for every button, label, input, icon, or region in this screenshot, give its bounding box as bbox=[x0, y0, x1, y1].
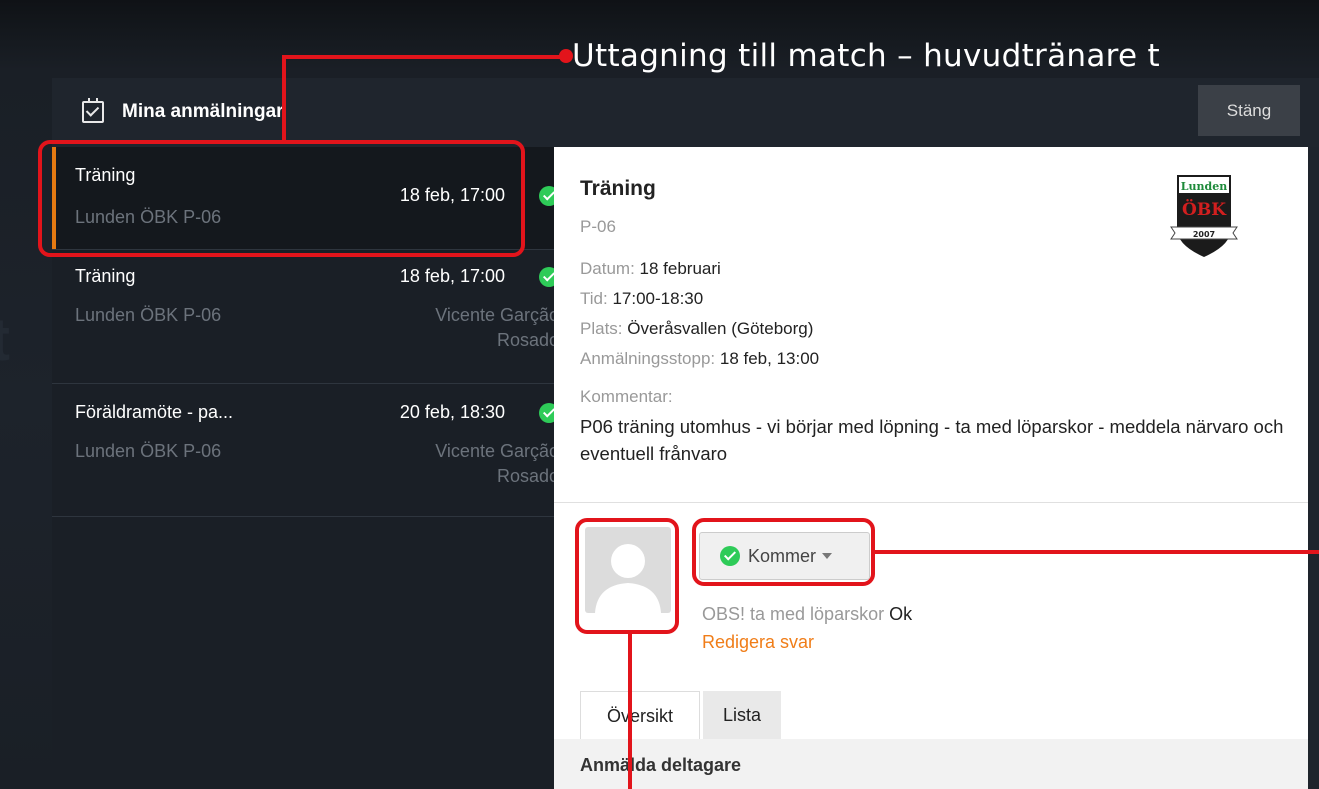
edit-answer-link[interactable]: Redigera svar bbox=[702, 632, 814, 653]
tab-list[interactable]: Lista bbox=[703, 691, 781, 739]
highlight-status-button bbox=[692, 518, 875, 586]
event-team: P-06 bbox=[580, 217, 616, 236]
calendar-check-icon bbox=[82, 98, 104, 123]
event-registration-stop: Anmälningsstopp: 18 feb, 13:00 bbox=[580, 349, 820, 368]
item-team: Lunden ÖBK P-06 bbox=[75, 305, 222, 325]
item-date: 18 feb, 17:00 bbox=[399, 266, 505, 286]
highlight-list-item bbox=[38, 140, 525, 257]
modal-title: Mina anmälningar bbox=[122, 101, 284, 122]
item-team: Lunden ÖBK P-06 bbox=[75, 441, 222, 461]
event-comment: P06 träning utomhus - vi börjar med löpn… bbox=[580, 416, 1284, 464]
item-title: Föräldramöte - pa... bbox=[75, 402, 234, 422]
item-person: Vicente Garção Rosado bbox=[435, 441, 559, 486]
divider bbox=[554, 502, 1308, 503]
item-person: Vicente Garção Rosado bbox=[435, 305, 559, 350]
club-logo: Lunden ÖBK 2007 bbox=[1170, 175, 1238, 257]
svg-text:ÖBK: ÖBK bbox=[1182, 199, 1227, 220]
item-title: Träning bbox=[75, 266, 136, 286]
svg-text:Lunden: Lunden bbox=[1181, 180, 1227, 193]
annotation-caption: Uttagning till match – huvudtränare t bbox=[572, 38, 1160, 74]
comment-label: Kommentar: bbox=[580, 387, 673, 406]
event-date: Datum: 18 februari bbox=[580, 259, 721, 278]
backdrop-ghost-text: t bbox=[0, 305, 10, 374]
participants-header: Anmälda deltagare bbox=[554, 739, 1308, 789]
event-place: Plats: Överåsvallen (Göteborg) bbox=[580, 319, 814, 338]
event-time: Tid: 17:00-18:30 bbox=[580, 289, 704, 308]
event-title: Träning bbox=[580, 177, 656, 200]
list-item[interactable]: Träning Lunden ÖBK P-06 18 feb, 17:00 Vi… bbox=[52, 249, 581, 384]
annotation-line bbox=[282, 57, 286, 141]
tab-overview[interactable]: Översikt bbox=[580, 691, 700, 740]
annotation-line bbox=[875, 550, 1319, 554]
svg-text:2007: 2007 bbox=[1193, 230, 1215, 239]
highlight-avatar bbox=[575, 518, 679, 634]
item-date: 20 feb, 18:30 bbox=[399, 402, 505, 422]
close-button[interactable]: Stäng bbox=[1198, 85, 1300, 136]
event-detail: Träning P-06 Lunden ÖBK 2007 Datum: 18 f… bbox=[554, 147, 1308, 789]
annotation-line bbox=[282, 55, 562, 59]
annotation-line bbox=[628, 634, 632, 789]
modal-header: Mina anmälningar Stäng bbox=[52, 78, 1319, 147]
list-item[interactable]: Föräldramöte - pa... Lunden ÖBK P-06 20 … bbox=[52, 383, 581, 517]
registration-note: OBS! ta med löparskor Ok bbox=[702, 604, 913, 624]
